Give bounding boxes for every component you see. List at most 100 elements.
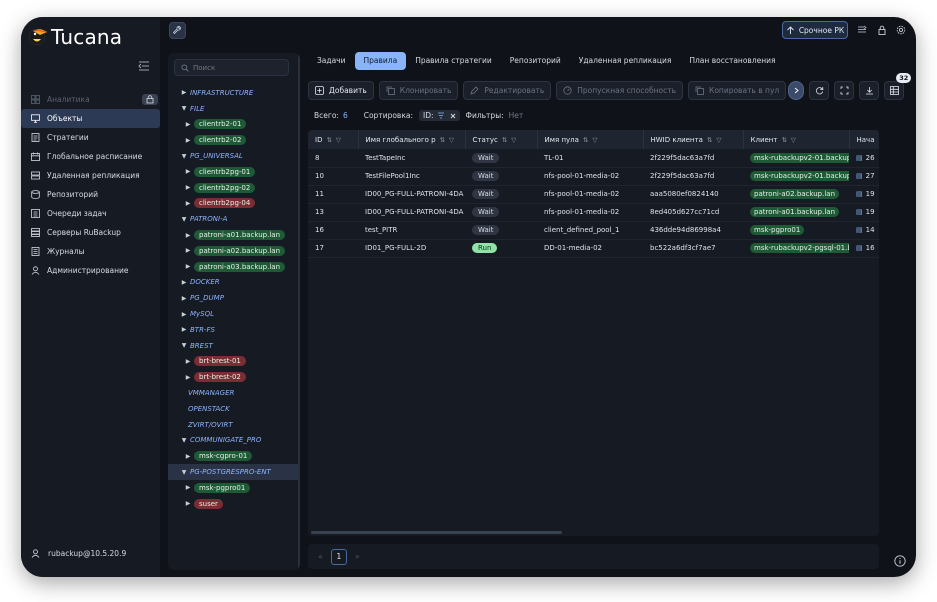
caret-right-icon[interactable]: ▶ bbox=[182, 168, 194, 175]
caret-right-icon[interactable]: ▶ bbox=[182, 137, 194, 144]
next-page-button[interactable]: » bbox=[355, 552, 360, 561]
tools-button[interactable] bbox=[169, 22, 186, 39]
caret-down-icon[interactable]: ▼ bbox=[178, 342, 190, 349]
tree-node-child[interactable]: ▶ clientrb2-02 bbox=[168, 132, 300, 148]
tree-scrollbar[interactable] bbox=[298, 53, 300, 570]
filter-icon[interactable]: ▽ bbox=[449, 136, 454, 144]
tree-node-leaf[interactable]: ZVIRT/OVIRT bbox=[168, 417, 300, 433]
edit-button[interactable]: Редактировать bbox=[463, 80, 552, 100]
column-header[interactable]: ID ⇅ ▽ bbox=[308, 130, 359, 149]
caret-right-icon[interactable]: ▶ bbox=[182, 232, 194, 239]
tree-node-child[interactable]: ▶ brt-brest-02 bbox=[168, 369, 300, 385]
tree-node-child[interactable]: ▶ clientrb2-01 bbox=[168, 117, 300, 133]
table-row[interactable]: 17 ID01_PG-FULL-2D Run DD-01-media-02 bc522a… bbox=[308, 239, 879, 258]
tree-node-group[interactable]: ▼ FILE bbox=[168, 101, 300, 117]
clone-button[interactable]: Клонировать bbox=[378, 80, 459, 100]
column-header[interactable]: Клиент ⇅ ▽ bbox=[743, 130, 850, 149]
sidebar-item-0[interactable]: Аналитика bbox=[21, 90, 160, 109]
caret-down-icon[interactable]: ▼ bbox=[178, 216, 190, 223]
tree-node-child[interactable]: ▶ clientrb2pg-02 bbox=[168, 180, 300, 196]
tree-node-group[interactable]: ▼ PG-POSTGRESPRO-ENT bbox=[168, 464, 300, 480]
caret-right-icon[interactable]: ▶ bbox=[178, 279, 190, 286]
tree-node-group[interactable]: ▼ PG_UNIVERSAL bbox=[168, 148, 300, 164]
fullscreen-button[interactable] bbox=[834, 80, 855, 100]
tree-node-child[interactable]: ▶ suser bbox=[168, 496, 300, 512]
tree-node-group[interactable]: ▶ BTR-FS bbox=[168, 322, 300, 338]
caret-right-icon[interactable]: ▶ bbox=[182, 184, 194, 191]
table-row[interactable]: 10 TestFilePool1Inc Wait nfs-pool-01-media-… bbox=[308, 167, 879, 186]
column-header[interactable]: Имя глобального р ⇅ ▽ bbox=[358, 130, 466, 149]
lock-icon[interactable] bbox=[877, 25, 887, 35]
tab-0[interactable]: Задачи bbox=[308, 52, 355, 70]
more-actions-button[interactable] bbox=[788, 80, 805, 100]
caret-down-icon[interactable]: ▼ bbox=[178, 469, 190, 476]
caret-right-icon[interactable]: ▶ bbox=[178, 311, 190, 318]
close-icon[interactable] bbox=[450, 113, 456, 119]
sort-icon[interactable]: ⇅ bbox=[707, 136, 712, 144]
tree-node-leaf[interactable]: OPENSTACK bbox=[168, 401, 300, 417]
table-row[interactable]: 16 test_PITR Wait client_defined_pool_1 436d… bbox=[308, 221, 879, 240]
tab-1[interactable]: Правила bbox=[354, 52, 407, 70]
caret-right-icon[interactable]: ▶ bbox=[178, 89, 190, 96]
notes-icon[interactable] bbox=[857, 25, 867, 35]
tree-node-child[interactable]: ▶ clientrb2pg-01 bbox=[168, 164, 300, 180]
sidebar-item-1[interactable]: Объекты bbox=[21, 109, 160, 128]
sort-icon[interactable]: ⇅ bbox=[781, 136, 786, 144]
column-header[interactable]: Имя пула ⇅ ▽ bbox=[537, 130, 644, 149]
refresh-button[interactable] bbox=[809, 80, 830, 100]
filter-icon[interactable]: ▽ bbox=[716, 136, 721, 144]
column-header[interactable]: Нача bbox=[849, 130, 879, 149]
filter-icon[interactable]: ▽ bbox=[336, 136, 341, 144]
columns-button[interactable]: 32 bbox=[884, 72, 912, 100]
tab-4[interactable]: Удаленная репликация bbox=[570, 52, 681, 70]
column-header[interactable]: Статус ⇅ ▽ bbox=[465, 130, 538, 149]
tree-node-child[interactable]: ▶ patroni-a01.backup.lan bbox=[168, 227, 300, 243]
sidebar-item-5[interactable]: Репозиторий bbox=[21, 185, 160, 204]
caret-right-icon[interactable]: ▶ bbox=[182, 247, 194, 254]
tree-node-child[interactable]: ▶ msk-pgpro01 bbox=[168, 480, 300, 496]
tab-2[interactable]: Правила стратегии bbox=[406, 52, 501, 70]
caret-down-icon[interactable]: ▼ bbox=[178, 437, 190, 444]
tree-node-leaf[interactable]: VMMANAGER bbox=[168, 385, 300, 401]
collapse-sidebar-icon[interactable] bbox=[138, 61, 152, 73]
tree-node-group[interactable]: ▼ BREST bbox=[168, 338, 300, 354]
caret-right-icon[interactable]: ▶ bbox=[178, 295, 190, 302]
sidebar-item-7[interactable]: Серверы RuBackup bbox=[21, 223, 160, 242]
table-row[interactable]: 11 ID00_PG-FULL-PATRONI-4DA Wait nfs-pool-0… bbox=[308, 185, 879, 204]
caret-right-icon[interactable]: ▶ bbox=[182, 121, 194, 128]
tree-node-child[interactable]: ▶ msk-cgpro-01 bbox=[168, 448, 300, 464]
gear-icon[interactable] bbox=[896, 25, 906, 35]
tree-node-group[interactable]: ▼ PATRONI-A bbox=[168, 211, 300, 227]
table-row[interactable]: 13 ID00_PG-FULL-PATRONI-4DA Wait nfs-pool-0… bbox=[308, 203, 879, 222]
filter-icon[interactable]: ▽ bbox=[791, 136, 796, 144]
caret-down-icon[interactable]: ▼ bbox=[178, 153, 190, 160]
sort-icon[interactable]: ⇅ bbox=[583, 136, 588, 144]
tab-3[interactable]: Репозиторий bbox=[501, 52, 570, 70]
sidebar-item-2[interactable]: Стратегии bbox=[21, 128, 160, 147]
sort-icon[interactable]: ⇅ bbox=[502, 136, 507, 144]
tree-node-child[interactable]: ▶ clientrb2pg-04 bbox=[168, 196, 300, 212]
tree-node-group[interactable]: ▶ DOCKER bbox=[168, 275, 300, 291]
sort-chip[interactable]: ID: bbox=[419, 110, 460, 121]
urgent-backup-button[interactable]: Срочное РК bbox=[782, 21, 848, 39]
caret-right-icon[interactable]: ▶ bbox=[182, 453, 194, 460]
user-info[interactable]: rubackup@10.5.20.9 bbox=[31, 549, 126, 558]
prev-page-button[interactable]: « bbox=[318, 552, 323, 561]
caret-right-icon[interactable]: ▶ bbox=[182, 500, 194, 507]
table-row[interactable]: 8 TestTapeInc Wait TL-01 2f229f5dac63a7fd msk… bbox=[308, 149, 879, 168]
caret-right-icon[interactable]: ▶ bbox=[182, 200, 194, 207]
sort-icon[interactable]: ⇅ bbox=[440, 136, 445, 144]
caret-right-icon[interactable]: ▶ bbox=[182, 263, 194, 270]
filter-icon[interactable]: ▽ bbox=[592, 136, 597, 144]
sidebar-item-6[interactable]: Очереди задач bbox=[21, 204, 160, 223]
caret-right-icon[interactable]: ▶ bbox=[182, 484, 194, 491]
tree-node-group[interactable]: ▼ COMMUNIGATE_PRO bbox=[168, 433, 300, 449]
download-button[interactable] bbox=[859, 80, 880, 100]
bandwidth-button[interactable]: Пропускная способность bbox=[556, 80, 684, 100]
lock-icon[interactable] bbox=[142, 94, 158, 105]
caret-right-icon[interactable]: ▶ bbox=[182, 358, 194, 365]
current-page-button[interactable]: 1 bbox=[330, 548, 347, 565]
caret-right-icon[interactable]: ▶ bbox=[178, 326, 190, 333]
caret-down-icon[interactable]: ▼ bbox=[178, 105, 190, 112]
caret-right-icon[interactable]: ▶ bbox=[182, 374, 194, 381]
